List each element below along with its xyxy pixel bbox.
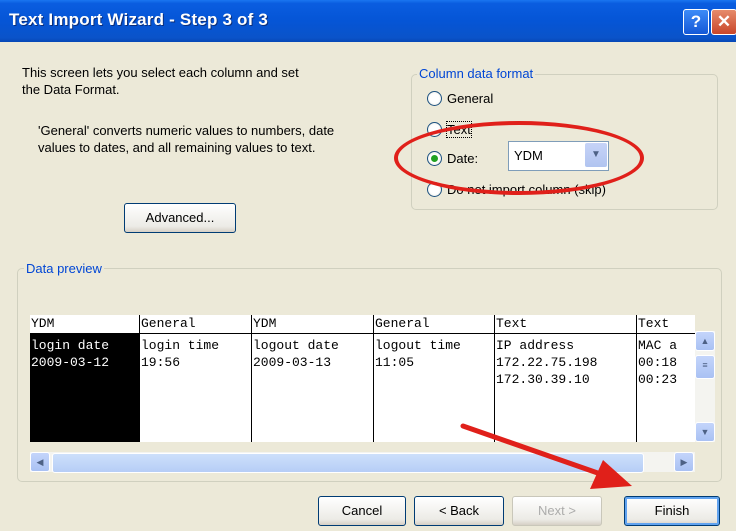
preview-cell: logout time bbox=[375, 338, 461, 353]
preview-cell: 172.30.39.10 bbox=[496, 372, 590, 387]
radio-general-label: General bbox=[447, 90, 494, 106]
column-format-header[interactable]: General bbox=[374, 315, 494, 334]
vertical-scrollbar[interactable]: ▲ ≡ ▼ bbox=[695, 331, 715, 442]
radio-skip[interactable]: Do not import column (skip) bbox=[427, 179, 606, 199]
preview-cell: login date bbox=[31, 338, 110, 353]
column-format-header[interactable]: YDM bbox=[252, 315, 373, 334]
horizontal-scroll-thumb[interactable] bbox=[52, 453, 644, 473]
help-icon[interactable]: ? bbox=[683, 9, 709, 35]
close-icon[interactable]: ✕ bbox=[711, 9, 736, 35]
title-bar[interactable]: Text Import Wizard - Step 3 of 3 ? ✕ bbox=[0, 0, 736, 42]
preview-cell: 00:23 bbox=[638, 372, 678, 387]
preview-cell: 00:18 bbox=[638, 355, 678, 370]
preview-column[interactable]: YDM login date 2009-03-12 bbox=[30, 315, 140, 442]
next-button[interactable]: Next > bbox=[512, 496, 602, 526]
preview-column[interactable]: YDM logout date 2009-03-13 bbox=[252, 315, 374, 442]
scroll-up-icon[interactable]: ▲ bbox=[695, 331, 715, 351]
text-import-wizard-window: Text Import Wizard - Step 3 of 3 ? ✕ Thi… bbox=[0, 0, 736, 531]
radio-date[interactable]: Date: bbox=[427, 148, 478, 168]
scroll-thumb[interactable]: ≡ bbox=[695, 355, 715, 379]
radio-button-selected-icon[interactable] bbox=[427, 150, 442, 166]
column-format-header[interactable]: Text bbox=[495, 315, 636, 334]
preview-cell: logout date bbox=[253, 338, 339, 353]
data-preview-grid[interactable]: YDM login date 2009-03-12 General login time… bbox=[30, 315, 695, 442]
radio-general[interactable]: General bbox=[427, 88, 493, 108]
column-data-format-legend: Column data format bbox=[417, 66, 536, 81]
preview-column[interactable]: Text MAC a 00:18 00:23 bbox=[637, 315, 695, 442]
general-note: 'General' converts numeric values to num… bbox=[38, 123, 335, 155]
radio-skip-label: Do not import column (skip) bbox=[447, 181, 606, 197]
column-format-header[interactable]: YDM bbox=[30, 315, 139, 334]
radio-date-label: Date: bbox=[447, 150, 479, 166]
cancel-button[interactable]: Cancel bbox=[318, 496, 406, 526]
scroll-right-icon[interactable]: ▶ bbox=[674, 452, 694, 472]
window-title: Text Import Wizard - Step 3 of 3 bbox=[9, 10, 269, 29]
horizontal-scrollbar[interactable]: ◀ ▶ bbox=[30, 452, 695, 473]
scroll-left-icon[interactable]: ◀ bbox=[30, 452, 50, 472]
date-format-value: YDM bbox=[514, 148, 543, 163]
date-format-dropdown[interactable]: YDM ▼ bbox=[508, 141, 609, 171]
column-format-header[interactable]: Text bbox=[637, 315, 695, 334]
radio-text[interactable]: Text bbox=[427, 119, 472, 139]
back-button[interactable]: < Back bbox=[414, 496, 504, 526]
preview-cell: MAC a bbox=[638, 338, 678, 353]
preview-cell: 19:56 bbox=[141, 355, 181, 370]
preview-cell: IP address bbox=[496, 338, 575, 353]
preview-column[interactable]: Text IP address 172.22.75.198 172.30.39.10 bbox=[495, 315, 637, 442]
chevron-down-icon[interactable]: ▼ bbox=[585, 143, 607, 167]
radio-button-icon[interactable] bbox=[427, 181, 442, 197]
preview-cell: login time bbox=[141, 338, 220, 353]
preview-cell: 172.22.75.198 bbox=[496, 355, 598, 370]
radio-text-label: Text bbox=[446, 120, 472, 138]
preview-cell: 11:05 bbox=[375, 355, 415, 370]
column-format-header[interactable]: General bbox=[140, 315, 251, 334]
advanced-button[interactable]: Advanced... bbox=[124, 203, 236, 233]
data-preview-legend: Data preview bbox=[24, 261, 104, 276]
scroll-down-icon[interactable]: ▼ bbox=[695, 422, 715, 442]
preview-cell: 2009-03-13 bbox=[253, 355, 332, 370]
radio-button-icon[interactable] bbox=[427, 121, 442, 137]
preview-column[interactable]: General login time 19:56 bbox=[140, 315, 252, 442]
radio-button-icon[interactable] bbox=[427, 90, 442, 106]
preview-cell: 2009-03-12 bbox=[31, 355, 110, 370]
finish-button[interactable]: Finish bbox=[624, 496, 720, 526]
preview-column[interactable]: General logout time 11:05 bbox=[374, 315, 495, 442]
description: This screen lets you select each column … bbox=[22, 65, 299, 97]
